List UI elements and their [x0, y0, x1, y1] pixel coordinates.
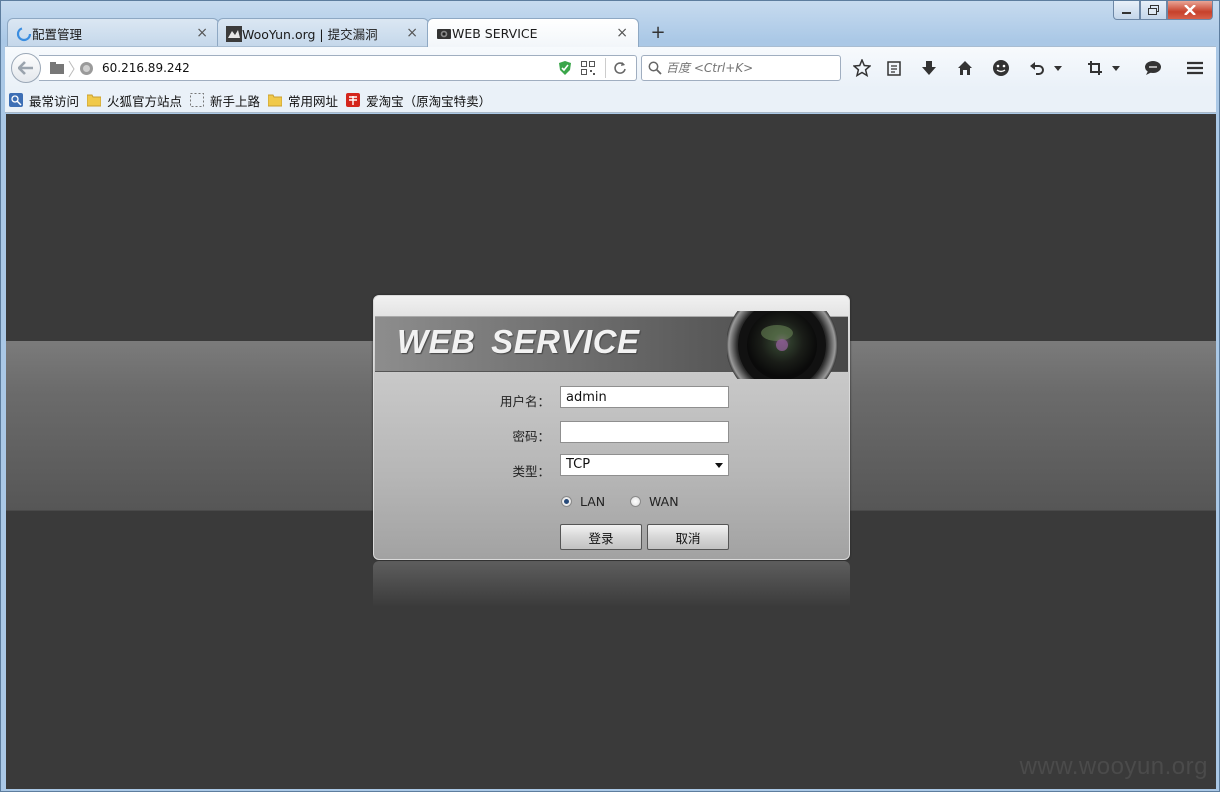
crop-icon: [1088, 61, 1102, 75]
close-icon: [1184, 5, 1196, 15]
bookmark-label: 最常访问: [29, 93, 80, 109]
screenshot-button[interactable]: [1083, 56, 1107, 80]
restore-icon: [1148, 5, 1159, 15]
tab-label: WooYun.org | 提交漏洞: [242, 26, 378, 42]
tab-web-service[interactable]: WEB SERVICE ×: [427, 18, 639, 47]
bookmark-firefox-sites[interactable]: 火狐官方站点: [87, 91, 182, 110]
search-bar[interactable]: [641, 55, 841, 81]
bookmark-most-visited[interactable]: 最常访问: [9, 91, 79, 110]
bookmark-taobao[interactable]: 爱淘宝（原淘宝特卖）: [346, 91, 491, 110]
undo-icon: [1030, 62, 1044, 75]
password-input[interactable]: [560, 421, 729, 443]
loading-spinner-icon: [16, 26, 32, 42]
tab-wooyun[interactable]: WooYun.org | 提交漏洞 ×: [217, 18, 429, 47]
chevron-down-icon: [1054, 65, 1062, 71]
bookmarks-bar: 最常访问 火狐官方站点 新手上路 常用网址 爱淘宝（原淘宝特卖）: [5, 88, 1216, 113]
type-select-value: TCP: [566, 457, 591, 472]
close-window-button[interactable]: [1167, 1, 1213, 20]
shield-icon[interactable]: [558, 60, 572, 76]
camera-site-icon: [437, 29, 451, 39]
star-icon: [853, 59, 871, 77]
smiley-icon: [993, 60, 1009, 76]
window-controls: [1113, 1, 1213, 20]
radio-wan-label: WAN: [649, 494, 679, 509]
url-divider: [605, 58, 606, 78]
home-icon: [958, 61, 972, 75]
url-bar[interactable]: 60.216.89.242: [39, 55, 637, 81]
radio-lan[interactable]: LAN: [561, 494, 605, 509]
browser-window: 配置管理 × WooYun.org | 提交漏洞 × WEB SERVICE ×…: [0, 0, 1220, 792]
bookmark-label: 新手上路: [210, 93, 261, 109]
minimize-button[interactable]: [1113, 1, 1140, 20]
login-banner: WEB SERVICE: [375, 311, 848, 379]
search-icon: [648, 61, 662, 75]
undo-button[interactable]: [1025, 56, 1049, 80]
hamburger-menu-icon: [1187, 61, 1203, 75]
clipboard-icon: [887, 61, 901, 76]
minimize-icon: [1121, 12, 1131, 14]
new-tab-button[interactable]: +: [643, 18, 673, 47]
login-button[interactable]: 登录: [560, 524, 642, 550]
type-label: 类型：: [512, 464, 550, 479]
history-icon: [50, 62, 64, 74]
back-arrow-icon: [18, 61, 33, 75]
downloads-button[interactable]: [917, 56, 941, 80]
screenshot-menu-button[interactable]: [1109, 56, 1123, 80]
username-label: 用户名：: [499, 394, 550, 409]
login-title: WEB SERVICE: [397, 323, 640, 360]
folder-icon: [268, 94, 283, 107]
url-text[interactable]: 60.216.89.242: [102, 61, 190, 75]
bookmark-label: 火狐官方站点: [107, 93, 183, 109]
home-button[interactable]: [953, 56, 977, 80]
radio-lan-label: LAN: [580, 494, 606, 509]
navigation-toolbar: 60.216.89.242: [5, 46, 1216, 88]
undo-menu-button[interactable]: [1051, 56, 1065, 80]
camera-lens-icon: [727, 311, 838, 379]
tab-config[interactable]: 配置管理 ×: [7, 18, 219, 47]
most-visited-icon: [9, 93, 23, 107]
maximize-button[interactable]: [1140, 1, 1167, 20]
tab-strip: 配置管理 × WooYun.org | 提交漏洞 × WEB SERVICE ×…: [7, 18, 673, 47]
watermark: www.wooyun.org: [1019, 753, 1208, 780]
radio-wan[interactable]: WAN: [630, 494, 679, 509]
reload-icon[interactable]: [613, 61, 627, 75]
qr-code-icon[interactable]: [581, 61, 595, 75]
taobao-icon: [346, 93, 361, 107]
chat-button[interactable]: [1141, 56, 1165, 80]
username-input[interactable]: [560, 386, 729, 408]
globe-icon: [80, 62, 93, 75]
emoji-button[interactable]: [989, 56, 1013, 80]
chevron-right-icon: [68, 60, 75, 78]
wooyun-site-icon: [226, 26, 242, 42]
tab-close-icon[interactable]: ×: [406, 25, 418, 41]
radio-wan-dot: [630, 496, 641, 507]
tab-label: WEB SERVICE: [452, 25, 538, 41]
tab-close-icon[interactable]: ×: [196, 25, 208, 41]
search-input[interactable]: [666, 59, 836, 77]
menu-button[interactable]: [1183, 56, 1207, 80]
dropdown-arrow-icon: [715, 463, 723, 468]
bookmark-label: 常用网址: [288, 93, 339, 109]
speech-bubble-icon: [1145, 61, 1161, 75]
bookmark-label: 爱淘宝（原淘宝特卖）: [366, 93, 492, 109]
folder-icon: [87, 94, 102, 107]
panel-reflection: [373, 561, 850, 606]
page-content: WEB SERVICE 用户名： admin 密码： 类型： TCP LAN W…: [6, 114, 1216, 789]
reading-list-button[interactable]: [882, 56, 906, 80]
bookmark-common-sites[interactable]: 常用网址: [268, 91, 338, 110]
dashed-box-icon: [190, 93, 205, 107]
radio-lan-dot: [561, 496, 572, 507]
password-label: 密码：: [512, 429, 550, 444]
bookmark-getting-started[interactable]: 新手上路: [190, 91, 260, 110]
login-panel: WEB SERVICE 用户名： admin 密码： 类型： TCP LAN W…: [373, 295, 850, 560]
chevron-down-icon: [1112, 65, 1120, 71]
back-button[interactable]: [11, 53, 41, 83]
tab-close-icon[interactable]: ×: [616, 25, 628, 41]
type-select[interactable]: TCP: [560, 454, 729, 476]
bookmark-star-button[interactable]: [850, 56, 874, 80]
cancel-button[interactable]: 取消: [647, 524, 729, 550]
download-arrow-icon: [922, 61, 936, 75]
tab-label: 配置管理: [32, 26, 83, 42]
